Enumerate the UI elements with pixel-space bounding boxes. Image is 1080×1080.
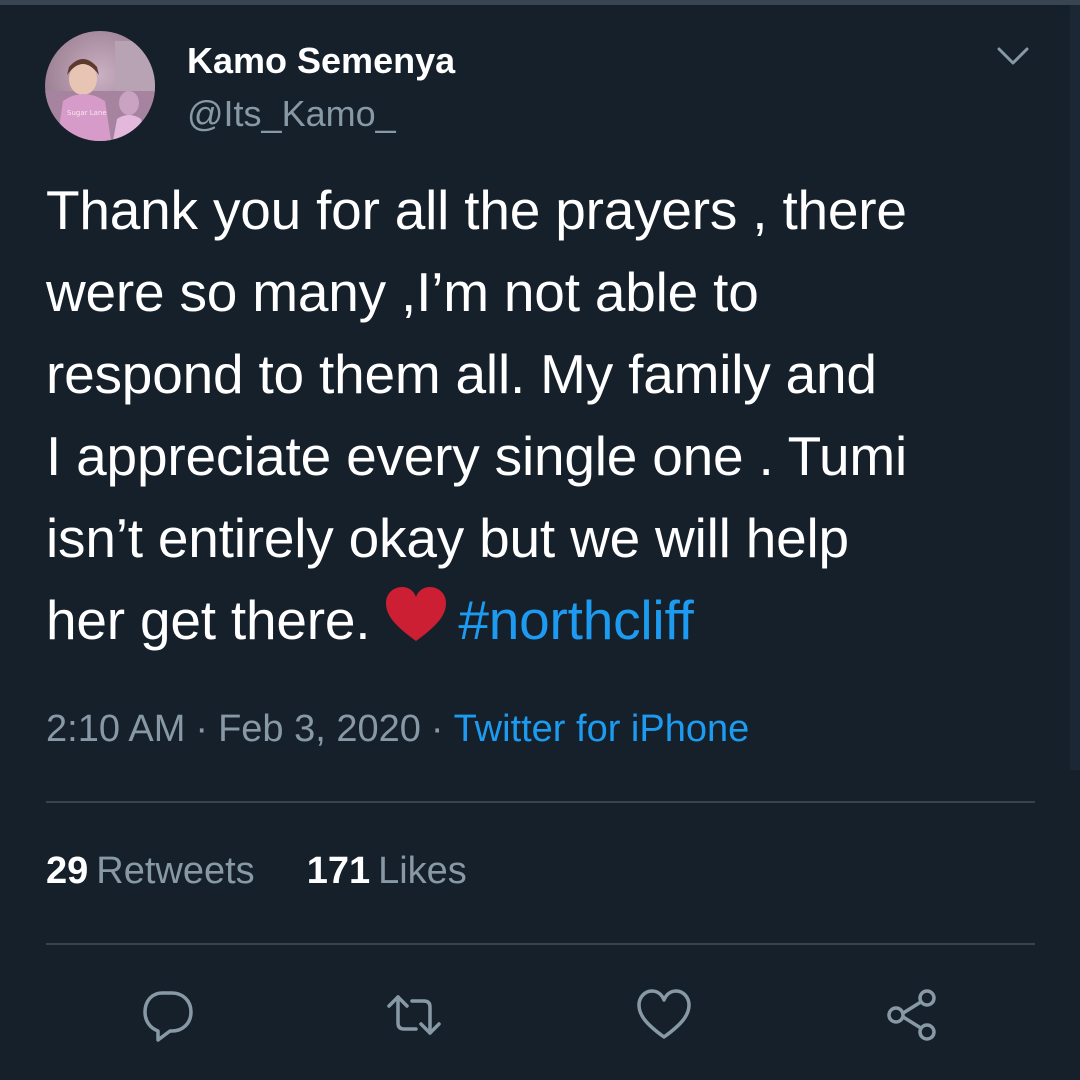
divider	[46, 801, 1035, 803]
red-heart-emoji-icon	[384, 585, 448, 645]
engagement-stats: 29 Retweets 171 Likes	[46, 850, 467, 893]
reply-icon	[143, 991, 193, 1042]
likes-count: 171	[306, 850, 371, 892]
retweet-icon	[387, 995, 441, 1035]
tweet-text-line: Thank you for all the prayers , there	[46, 179, 907, 241]
like-icon	[637, 989, 691, 1039]
more-options-chevron-down-icon[interactable]	[995, 40, 1031, 70]
retweets-label: Retweets	[96, 850, 255, 892]
retweets-stat[interactable]: 29 Retweets	[46, 850, 255, 893]
share-icon	[887, 989, 936, 1041]
tweet-detail: Sugar Lane Kamo Semenya @Its_Kamo_ Thank…	[0, 0, 1080, 1080]
divider	[46, 943, 1035, 945]
share-button[interactable]	[882, 985, 942, 1045]
tweet-text-last-line: her get there. #northcliff	[46, 579, 1046, 661]
reply-button[interactable]	[138, 985, 198, 1045]
like-button[interactable]	[634, 985, 694, 1045]
tweet-metadata: 2:10 AM · Feb 3, 2020 · Twitter for iPhone	[46, 708, 749, 751]
user-handle[interactable]: @Its_Kamo_	[187, 93, 396, 135]
avatar-image: Sugar Lane	[45, 31, 155, 141]
tweet-text: Thank you for all the prayers , there we…	[46, 169, 1046, 661]
tweet-text-segment: her get there.	[46, 589, 371, 651]
tweet-date: Feb 3, 2020	[218, 708, 421, 750]
likes-label: Likes	[378, 850, 467, 892]
likes-stat[interactable]: 171 Likes	[307, 850, 467, 893]
hashtag-link[interactable]: #northcliff	[458, 589, 693, 651]
separator-dot: ·	[195, 708, 209, 750]
tweet-time: 2:10 AM	[46, 708, 186, 750]
avatar[interactable]: Sugar Lane	[45, 31, 155, 141]
tweet-text-line: isn’t entirely okay but we will help	[46, 507, 849, 569]
svg-text:Sugar Lane: Sugar Lane	[67, 109, 107, 117]
tweet-text-line: respond to them all. My family and	[46, 343, 877, 405]
retweets-count: 29	[46, 850, 89, 892]
retweet-button[interactable]	[384, 985, 444, 1045]
tweet-source-link[interactable]: Twitter for iPhone	[454, 708, 750, 750]
separator-dot: ·	[430, 708, 444, 750]
tweet-text-line: I appreciate every single one . Tumi	[46, 425, 908, 487]
tweet-text-line: were so many ,I’m not able to	[46, 261, 759, 323]
display-name[interactable]: Kamo Semenya	[187, 40, 455, 82]
